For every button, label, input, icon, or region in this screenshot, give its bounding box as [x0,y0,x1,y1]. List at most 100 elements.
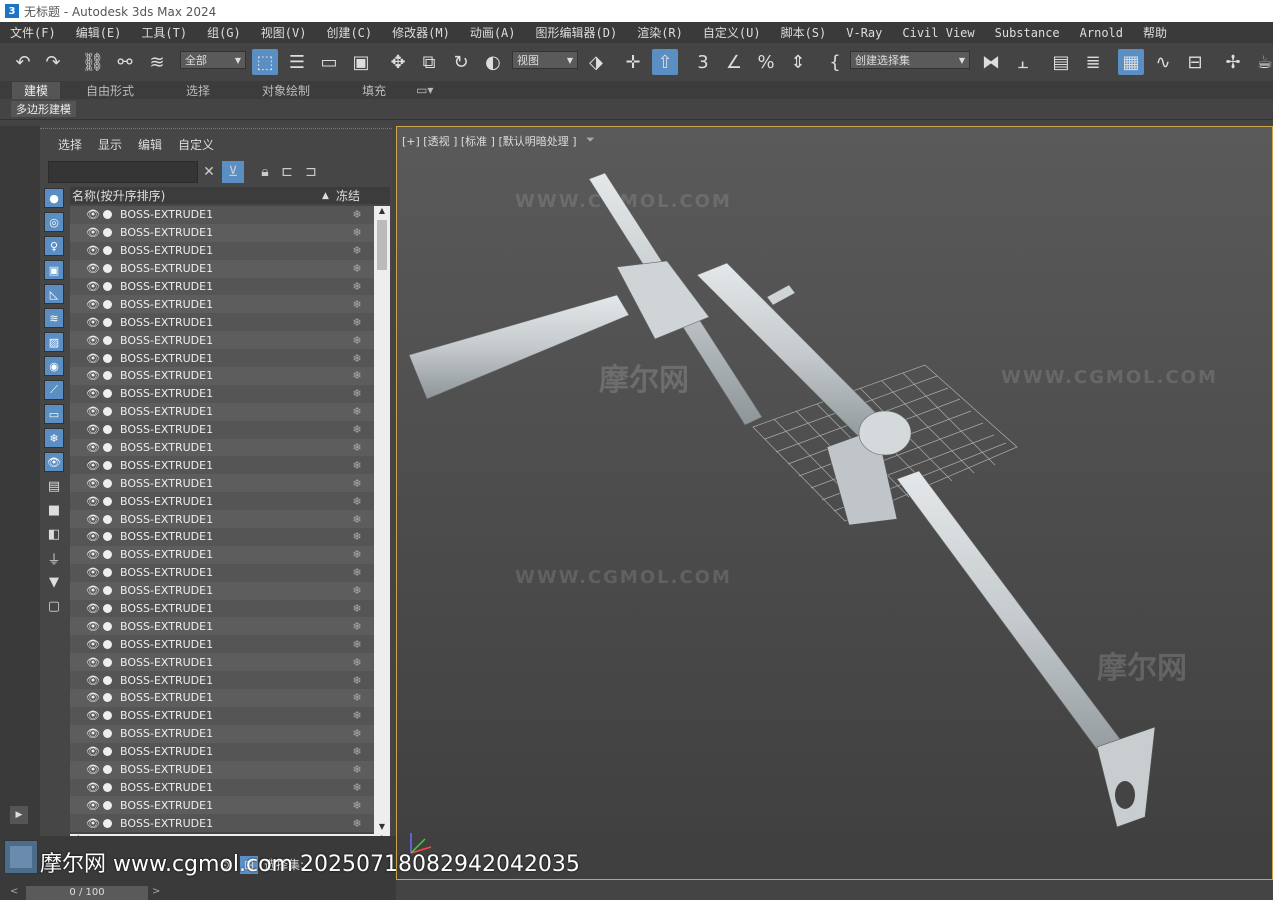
list-item[interactable]: 👁︎ BOSS-EXTRUDE1 ❄ [70,223,374,242]
freeze-icon[interactable]: ❄ [349,495,365,508]
move-icon[interactable]: ✥ [385,49,411,75]
column-name-header[interactable]: 名称(按升序排序) [70,187,322,204]
eye-icon[interactable]: 👁︎ [86,745,100,758]
freeze-icon[interactable]: ❄ [349,781,365,794]
column-freeze-header[interactable]: 冻结 [330,187,360,204]
explorer-menu-edit[interactable]: 编辑 [138,136,162,153]
freeze-icon[interactable]: ❄ [349,298,365,311]
layer-explorer-icon[interactable]: ≣ [1080,49,1106,75]
eye-icon[interactable]: 👁︎ [86,548,100,561]
list-item[interactable]: 👁︎ BOSS-EXTRUDE1 ❄ [70,474,374,493]
list-item[interactable]: 👁︎ BOSS-EXTRUDE1 ❄ [70,367,374,385]
menu-customize[interactable]: 自定义(U) [703,24,761,41]
render-dot-icon[interactable] [103,639,112,649]
eye-icon[interactable]: 👁︎ [86,620,100,633]
freeze-icon[interactable]: ❄ [349,459,365,472]
render-dot-icon[interactable] [103,496,112,506]
show-none-icon[interactable]: ■ [44,500,64,520]
list-item[interactable]: 👁︎ BOSS-EXTRUDE1 ❄ [70,420,374,439]
render-dot-icon[interactable] [103,389,112,399]
list-item[interactable]: 👁︎ BOSS-EXTRUDE1 ❄ [70,742,374,761]
freeze-icon[interactable]: ❄ [349,763,365,776]
freeze-icon[interactable]: ❄ [349,656,365,669]
list-item[interactable]: 👁︎ BOSS-EXTRUDE1 ❄ [70,581,374,600]
eye-icon[interactable]: 👁︎ [86,763,100,776]
hierarchy-expand-icon[interactable]: ⊐ [300,161,322,183]
render-dot-icon[interactable] [103,246,112,256]
render-dot-icon[interactable] [103,478,112,488]
eye-icon[interactable]: 👁︎ [86,387,100,400]
play-icon[interactable]: ▶ [10,806,28,824]
eye-icon[interactable]: 👁︎ [86,316,100,329]
render-dot-icon[interactable] [103,460,112,470]
redo-icon[interactable]: ↷ [40,49,66,75]
explorer-menu-display[interactable]: 显示 [98,136,122,153]
rect-selection-region-icon[interactable]: ▭ [316,49,342,75]
show-all-icon[interactable]: ▤ [44,476,64,496]
eye-icon[interactable]: 👁︎ [86,691,100,704]
render-dot-icon[interactable] [103,604,112,614]
eye-icon[interactable]: 👁︎ [86,298,100,311]
bind-space-warp-icon[interactable]: ≋ [144,49,170,75]
freeze-icon[interactable]: ❄ [349,799,365,812]
material-editor-icon[interactable]: ✢ [1220,49,1246,75]
freeze-icon[interactable]: ❄ [349,208,365,221]
rotate-scale-icon[interactable]: ⧉ [416,49,442,75]
freeze-icon[interactable]: ❄ [349,674,365,687]
render-dot-icon[interactable] [103,568,112,578]
eye-icon[interactable]: 👁︎ [86,244,100,257]
list-item[interactable]: 👁︎ BOSS-EXTRUDE1 ❄ [70,814,374,833]
list-item[interactable]: 👁︎ BOSS-EXTRUDE1 ❄ [70,706,374,725]
named-selection-dropdown[interactable]: 创建选择集 ▼ [850,51,970,69]
eye-icon[interactable]: 👁︎ [86,709,100,722]
curve-editor-icon[interactable]: ∿ [1150,49,1176,75]
render-setup-icon[interactable]: ☕ [1252,49,1273,75]
tab-selection[interactable]: 选择 [160,82,236,99]
geometry-filter-icon[interactable]: ● [44,188,64,208]
menu-animation[interactable]: 动画(A) [470,24,516,41]
panel-grip[interactable] [40,128,392,132]
render-dot-icon[interactable] [103,210,112,220]
eye-icon[interactable]: 👁︎ [86,352,100,365]
container-filter-icon[interactable]: ▭ [44,404,64,424]
eye-icon[interactable]: 👁︎ [86,208,100,221]
menu-graph-editors[interactable]: 图形编辑器(D) [536,24,618,41]
eye-icon[interactable]: 👁︎ [86,674,100,687]
mirror-icon[interactable]: ⧓ [978,49,1004,75]
schematic-view-icon[interactable]: ⊟ [1182,49,1208,75]
freeze-icon[interactable]: ❄ [349,602,365,615]
render-dot-icon[interactable] [103,675,112,685]
freeze-icon[interactable]: ❄ [349,423,365,436]
list-item[interactable]: 👁︎ BOSS-EXTRUDE1 ❄ [70,635,374,654]
render-dot-icon[interactable] [103,282,112,291]
freeze-icon[interactable]: ❄ [349,584,365,597]
freeze-icon[interactable]: ❄ [349,405,365,418]
eye-icon[interactable]: 👁︎ [86,459,100,472]
render-dot-icon[interactable] [103,586,112,596]
freeze-icon[interactable]: ❄ [349,620,365,633]
light-filter-icon[interactable]: ♀ [44,236,64,256]
menu-arnold[interactable]: Arnold [1080,26,1123,40]
menu-view[interactable]: 视图(V) [261,24,307,41]
snaps-toggle-icon[interactable]: 3 [690,49,716,75]
menu-rendering[interactable]: 渲染(R) [637,24,683,41]
render-dot-icon[interactable] [103,228,112,238]
menu-create[interactable]: 创建(C) [326,24,372,41]
list-item[interactable]: 👁︎ BOSS-EXTRUDE1 ❄ [70,563,374,582]
invert-display-icon[interactable]: ◧ [44,524,64,544]
render-dot-icon[interactable] [103,711,112,721]
list-item[interactable]: 👁︎ BOSS-EXTRUDE1 ❄ [70,331,374,350]
render-dot-icon[interactable] [103,550,112,560]
render-dot-icon[interactable] [103,514,112,524]
placement-icon[interactable]: ◐ [480,49,506,75]
align-icon[interactable]: ⫠ [1010,49,1036,75]
eye-icon[interactable]: 👁︎ [86,656,100,669]
pivot-center-icon[interactable]: ⬗ [583,49,609,75]
render-dot-icon[interactable] [103,621,112,631]
freeze-icon[interactable]: ❄ [349,226,365,239]
render-dot-icon[interactable] [103,335,112,345]
menu-help[interactable]: 帮助 [1143,24,1167,41]
shape-filter-icon[interactable]: ◎ [44,212,64,232]
eye-icon[interactable]: 👁︎ [86,405,100,418]
eye-icon[interactable]: 👁︎ [86,495,100,508]
